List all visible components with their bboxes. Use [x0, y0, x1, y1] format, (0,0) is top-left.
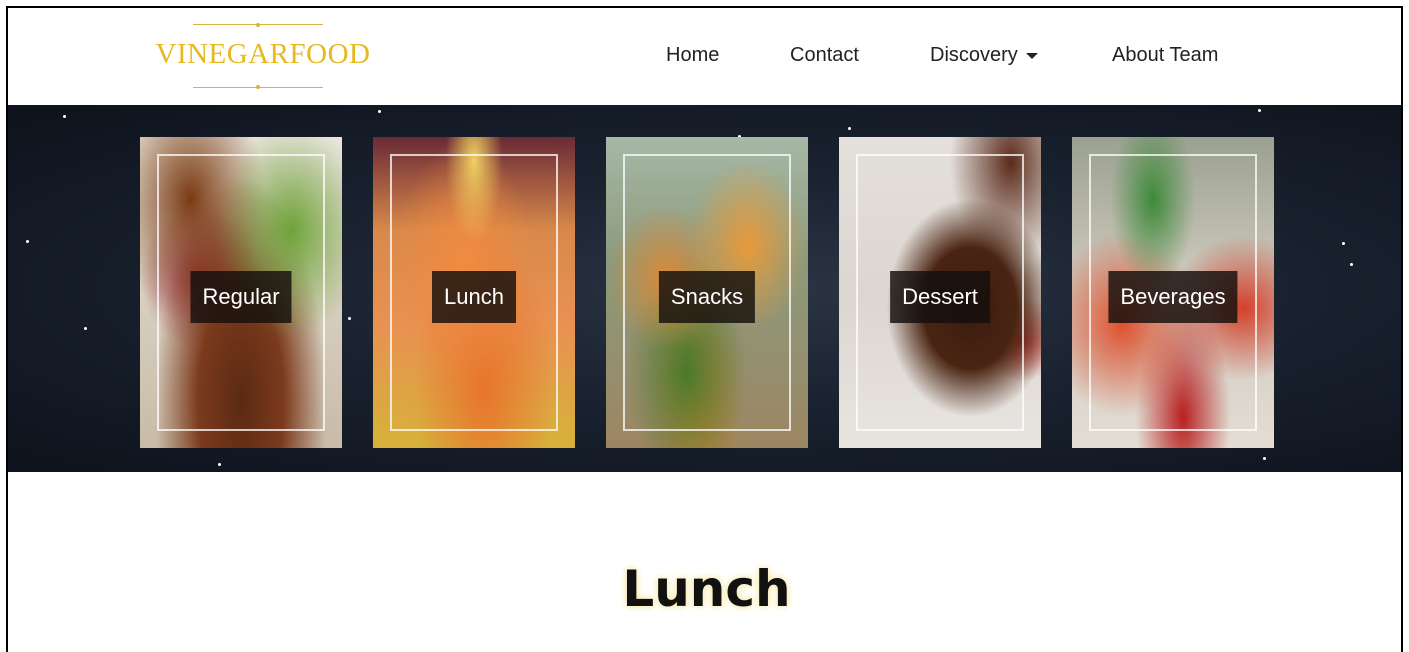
- category-label: Dessert: [890, 271, 990, 323]
- star-decoration: [1350, 263, 1353, 266]
- category-card-dessert[interactable]: Dessert: [839, 137, 1041, 448]
- page-frame: VINEGARFOOD Home Contact Discovery About…: [6, 6, 1403, 652]
- star-decoration: [1263, 457, 1266, 460]
- category-label: Lunch: [432, 271, 516, 323]
- main-nav: Home Contact Discovery About Team: [8, 44, 1401, 74]
- star-decoration: [84, 327, 87, 330]
- caret-down-icon: [1025, 52, 1038, 59]
- category-label: Snacks: [658, 271, 756, 323]
- star-decoration: [1342, 242, 1345, 245]
- star-decoration: [848, 127, 851, 130]
- nav-contact[interactable]: Contact: [790, 44, 859, 67]
- category-banner: Regular Lunch Snacks Dessert Beverages: [8, 105, 1401, 472]
- star-decoration: [348, 317, 351, 320]
- star-decoration: [378, 110, 381, 113]
- category-card-snacks[interactable]: Snacks: [606, 137, 808, 448]
- category-card-lunch[interactable]: Lunch: [373, 137, 575, 448]
- nav-discovery-label: Discovery: [930, 44, 1018, 66]
- section-title: Lunch: [622, 560, 791, 618]
- category-card-regular[interactable]: Regular: [140, 137, 342, 448]
- logo-ornament: [256, 23, 260, 27]
- category-label: Regular: [190, 271, 292, 323]
- star-decoration: [26, 240, 29, 243]
- nav-home[interactable]: Home: [666, 44, 719, 67]
- logo-ornament: [256, 85, 260, 89]
- nav-discovery-dropdown[interactable]: Discovery: [930, 44, 1038, 67]
- star-decoration: [1258, 109, 1261, 112]
- category-label: Beverages: [1108, 271, 1238, 323]
- star-decoration: [63, 115, 66, 118]
- category-card-beverages[interactable]: Beverages: [1072, 137, 1274, 448]
- navbar: VINEGARFOOD Home Contact Discovery About…: [8, 8, 1401, 105]
- nav-about-team[interactable]: About Team: [1112, 44, 1218, 67]
- star-decoration: [218, 463, 221, 466]
